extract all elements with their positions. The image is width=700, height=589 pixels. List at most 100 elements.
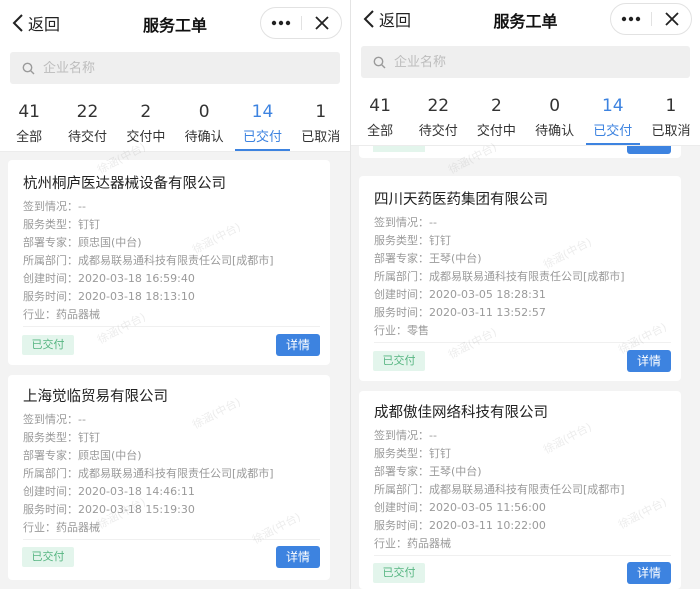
search-input[interactable] [394,54,634,70]
created-time: 创建时间：2020-03-05 18:28:31 [374,288,546,301]
status-badge-remnant [373,146,425,152]
tab-count: 0 [549,96,561,116]
status-badge: 已交付 [22,335,74,355]
tab-count: 2 [140,102,152,122]
order-card[interactable]: 四川天药医药集团有限公司 签到情况：-- 服务类型：钉钉 部署专家：王琴(中台)… [359,176,681,381]
status-badge: 已交付 [373,563,425,583]
tab-delivered[interactable]: 14 已交付 [233,94,291,151]
status-badge: 已交付 [373,351,425,371]
status-tabs: 41 全部 22 待交付 2 交付中 0 待确认 14 已交付 1 已取消 [351,88,700,146]
back-label: 返回 [28,15,61,34]
company-name: 上海觉临贸易有限公司 [23,389,168,405]
deploy-expert: 部署专家：顾忠国(中台) [23,449,142,462]
industry: 行业：药品器械 [23,521,100,534]
detail-button[interactable]: 详情 [627,350,671,372]
tab-label: 交付中 [126,130,166,145]
tab-pending-delivery[interactable]: 22 待交付 [58,94,116,151]
more-button[interactable] [261,8,301,38]
mini-program-capsule [610,3,692,35]
checkin-status: 签到情况：-- [23,413,86,426]
previous-card-remnant [359,146,681,158]
search-box[interactable] [10,52,340,84]
tab-count: 41 [18,102,40,122]
tab-label: 待确认 [184,130,224,145]
chevron-left-icon [363,10,374,28]
detail-button[interactable]: 详情 [627,562,671,584]
company-name: 四川天药医药集团有限公司 [374,192,548,208]
company-name: 杭州桐庐医达器械设备有限公司 [23,176,226,192]
checkin-status: 签到情况：-- [374,216,437,229]
deploy-expert: 部署专家：王琴(中台) [374,465,482,478]
department: 所属部门：成都易联易通科技有限责任公司[成都市] [23,254,274,267]
tab-pending-delivery[interactable]: 22 待交付 [409,88,467,145]
service-time: 服务时间：2020-03-18 15:19:30 [23,503,195,516]
tab-count: 22 [427,96,450,116]
tab-label: 待交付 [67,130,107,145]
tab-pending-confirm[interactable]: 0 待确认 [175,94,233,151]
search-icon [373,56,386,68]
right-screen: 返回 服务工单 41 全部 22 待交付 2 交付中 0 待确认 14 已交付 1 已取消 [350,0,700,589]
tab-count: 41 [369,96,391,116]
detail-button[interactable]: 详情 [276,334,320,356]
order-card[interactable]: 杭州桐庐医达器械设备有限公司 签到情况：-- 服务类型：钉钉 部署专家：顾忠国(… [8,160,330,365]
tab-label: 已交付 [593,124,633,139]
service-time: 服务时间：2020-03-11 10:22:00 [374,519,546,532]
card-divider [374,342,671,343]
nav-header: 返回 服务工单 [351,0,700,40]
department: 所属部门：成都易联易通科技有限责任公司[成都市] [374,270,625,283]
service-type: 服务类型：钉钉 [374,447,451,460]
industry: 行业：药品器械 [23,308,100,321]
tab-label: 全部 [367,124,394,139]
search-box[interactable] [361,46,690,78]
detail-button[interactable]: 详情 [276,546,320,568]
close-icon [315,16,329,30]
tab-count: 14 [601,96,624,116]
card-divider [23,539,320,540]
tab-all[interactable]: 41 全部 [351,88,409,145]
order-card[interactable]: 成都傲佳网络科技有限公司 签到情况：-- 服务类型：钉钉 部署专家：王琴(中台)… [359,391,681,589]
tab-delivering[interactable]: 2 交付中 [467,88,525,145]
back-button[interactable]: 返回 [12,9,60,37]
tab-pending-confirm[interactable]: 0 待确认 [526,88,584,145]
more-dots-icon [271,20,291,26]
tab-all[interactable]: 41 全部 [0,94,58,151]
chevron-left-icon [12,14,23,32]
tab-label: 交付中 [476,124,516,139]
left-screen: 返回 服务工单 41全部 22待交付 2交付中 0待确认 14已交付 1已取消 … [0,0,350,589]
department: 所属部门：成都易联易通科技有限责任公司[成都市] [374,483,625,496]
service-type: 服务类型：钉钉 [23,218,100,231]
more-button[interactable] [611,4,651,34]
card-divider [23,326,320,327]
service-type: 服务类型：钉钉 [374,234,451,247]
tab-delivering[interactable]: 2 交付中 [117,94,175,151]
tab-label: 全部 [16,130,43,145]
tab-label: 已取消 [301,130,341,145]
tab-cancelled[interactable]: 1 已取消 [642,88,700,145]
status-badge: 已交付 [22,547,74,567]
order-card[interactable]: 上海觉临贸易有限公司 签到情况：-- 服务类型：钉钉 部署专家：顾忠国(中台) … [8,375,330,580]
close-button[interactable] [302,8,342,38]
deploy-expert: 部署专家：顾忠国(中台) [23,236,142,249]
created-time: 创建时间：2020-03-18 16:59:40 [23,272,195,285]
service-type: 服务类型：钉钉 [23,431,100,444]
back-button[interactable]: 返回 [363,5,411,33]
industry: 行业：药品器械 [374,537,451,550]
search-bar [0,46,350,94]
mini-program-capsule [260,7,342,39]
tab-count: 1 [315,102,327,122]
checkin-status: 签到情况：-- [23,200,86,213]
back-label: 返回 [379,11,412,30]
tab-label: 待确认 [535,124,575,139]
checkin-status: 签到情况：-- [374,429,437,442]
close-button[interactable] [652,4,692,34]
tab-label: 待交付 [418,124,458,139]
search-input[interactable] [43,60,283,76]
tab-count: 14 [251,102,274,122]
service-time: 服务时间：2020-03-18 18:13:10 [23,290,195,303]
created-time: 创建时间：2020-03-18 14:46:11 [23,485,195,498]
search-icon [22,62,35,74]
tab-count: 2 [491,96,502,116]
tab-delivered[interactable]: 14 已交付 [584,88,642,145]
service-time: 服务时间：2020-03-11 13:52:57 [374,306,546,319]
tab-cancelled[interactable]: 1 已取消 [292,94,350,151]
